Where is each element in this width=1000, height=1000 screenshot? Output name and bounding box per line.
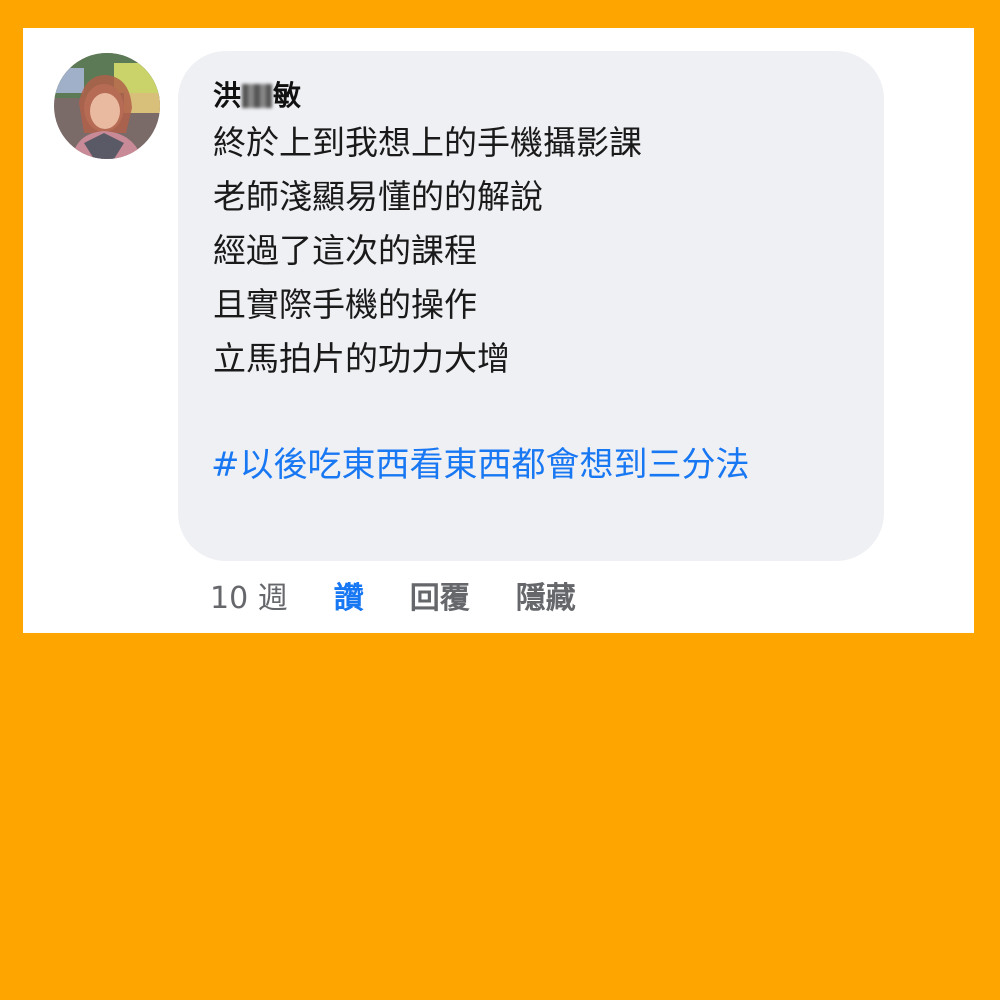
comment-line: 經過了這次的課程 bbox=[213, 231, 477, 270]
author-name-part: 敏 bbox=[273, 79, 302, 112]
like-button[interactable]: 讚 bbox=[334, 573, 364, 617]
comment-actions: 10 週 讚 回覆 隱藏 bbox=[210, 573, 576, 617]
author-name-part: 洪 bbox=[213, 79, 242, 112]
reply-button[interactable]: 回覆 bbox=[410, 573, 470, 617]
comment-author[interactable]: 洪 敏 bbox=[213, 78, 301, 114]
avatar[interactable] bbox=[54, 53, 160, 159]
comment-line: 立馬拍片的功力大增 bbox=[213, 339, 510, 378]
hide-button[interactable]: 隱藏 bbox=[516, 573, 576, 617]
hashtag-link[interactable]: #以後吃東西看東西都會想到三分法 bbox=[211, 438, 750, 492]
comment-card: 洪 敏 終於上到我想上的手機攝影課 老師淺顯易懂的的解說 經過了這次的課程 且實… bbox=[23, 28, 974, 633]
comment-line: 終於上到我想上的手機攝影課 bbox=[213, 123, 642, 162]
author-name-redaction bbox=[242, 84, 273, 108]
comment-line: 且實際手機的操作 bbox=[213, 285, 477, 324]
comment-timestamp[interactable]: 10 週 bbox=[210, 573, 288, 617]
comment-line: 老師淺顯易懂的的解說 bbox=[213, 177, 543, 216]
avatar-image bbox=[54, 53, 160, 159]
comment-text: 終於上到我想上的手機攝影課 老師淺顯易懂的的解說 經過了這次的課程 且實際手機的… bbox=[213, 116, 642, 386]
